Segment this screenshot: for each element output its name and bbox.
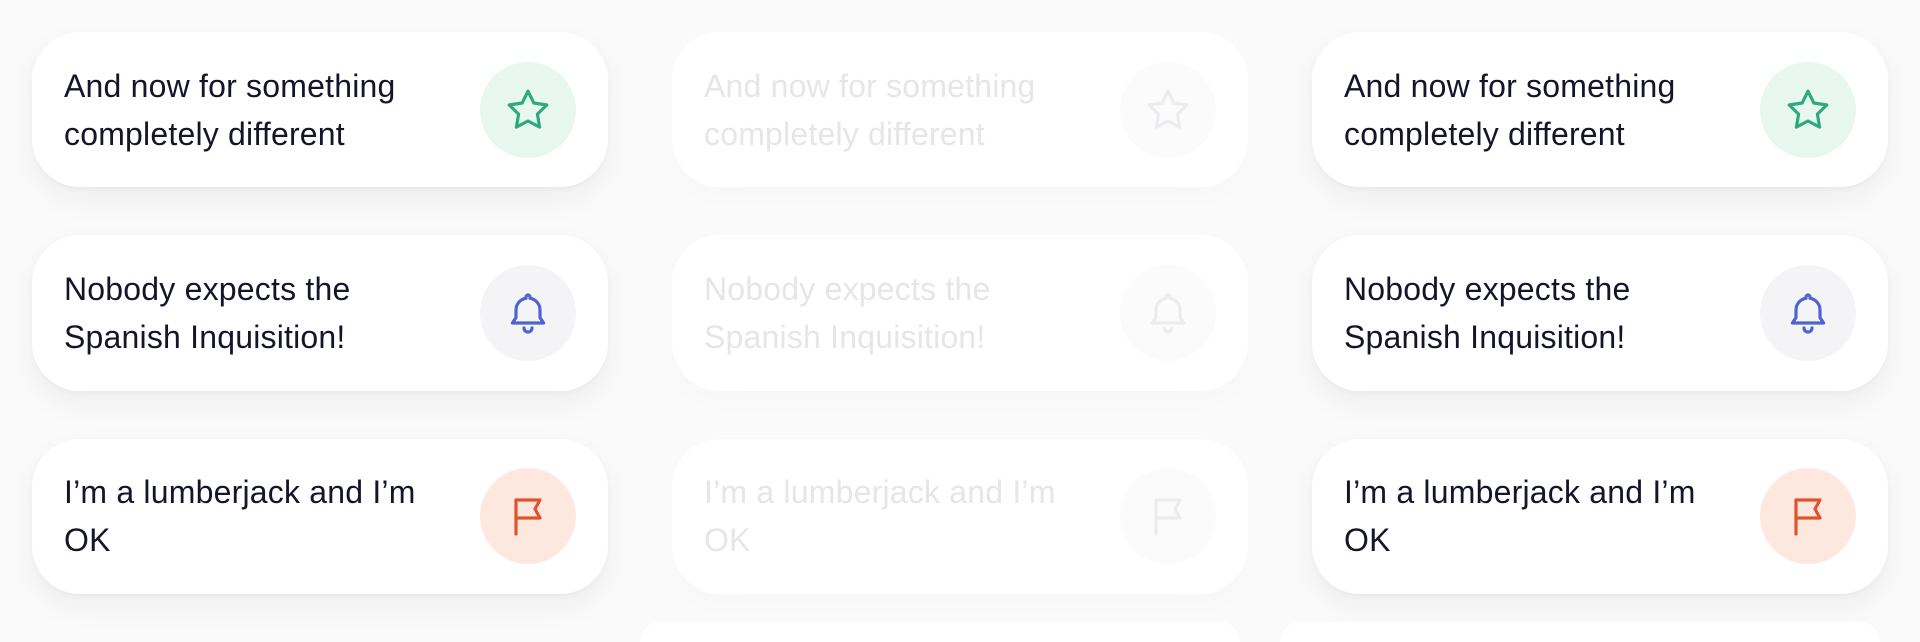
notification-card[interactable]: And now for something completely differe…: [32, 32, 608, 188]
card-text: And now for something completely differe…: [64, 67, 396, 152]
card-text: And now for something completely differe…: [704, 67, 1036, 152]
notification-card[interactable]: And now for something completely differe…: [1312, 32, 1888, 188]
star-icon[interactable]: [1760, 61, 1856, 158]
notification-card[interactable]: I’m a lumberjack and I’m OK: [1312, 438, 1888, 594]
card-column-normal-right: And now for something completely differe…: [1280, 0, 1920, 642]
card-text: I’m a lumberjack and I’m OK: [704, 474, 1056, 559]
bell-icon[interactable]: [1760, 264, 1856, 361]
bell-icon: [1120, 264, 1216, 361]
notification-card[interactable]: Nobody expects the Spanish Inquisition!: [32, 235, 608, 391]
star-icon[interactable]: [480, 61, 576, 158]
card-text: And now for something completely differe…: [1344, 67, 1676, 152]
card-column-normal-left: And now for something completely differe…: [0, 0, 640, 642]
card-text: I’m a lumberjack and I’m OK: [1344, 474, 1696, 559]
notification-card-disabled: I’m a lumberjack and I’m OK: [672, 438, 1248, 594]
flag-icon: [1120, 468, 1216, 565]
notification-card[interactable]: Nobody expects the Spanish Inquisition!: [1312, 235, 1888, 391]
card-text: Nobody expects the Spanish Inquisition!: [704, 270, 991, 355]
notification-card-disabled: And now for something completely differe…: [672, 32, 1248, 188]
card-text: I’m a lumberjack and I’m OK: [64, 474, 416, 559]
card-text: Nobody expects the Spanish Inquisition!: [1344, 270, 1631, 355]
notification-card[interactable]: I’m a lumberjack and I’m OK: [32, 438, 608, 594]
flag-icon[interactable]: [480, 468, 576, 565]
card-showcase: And now for something completely differe…: [0, 0, 1920, 642]
card-text: Nobody expects the Spanish Inquisition!: [64, 270, 351, 355]
notification-card-disabled: Nobody expects the Spanish Inquisition!: [672, 235, 1248, 391]
star-icon: [1120, 61, 1216, 158]
panel-edge: [1280, 622, 1880, 642]
card-column-disabled: And now for something completely differe…: [640, 0, 1280, 642]
bell-icon[interactable]: [480, 264, 576, 361]
panel-edge: [640, 622, 1240, 642]
flag-icon[interactable]: [1760, 468, 1856, 565]
